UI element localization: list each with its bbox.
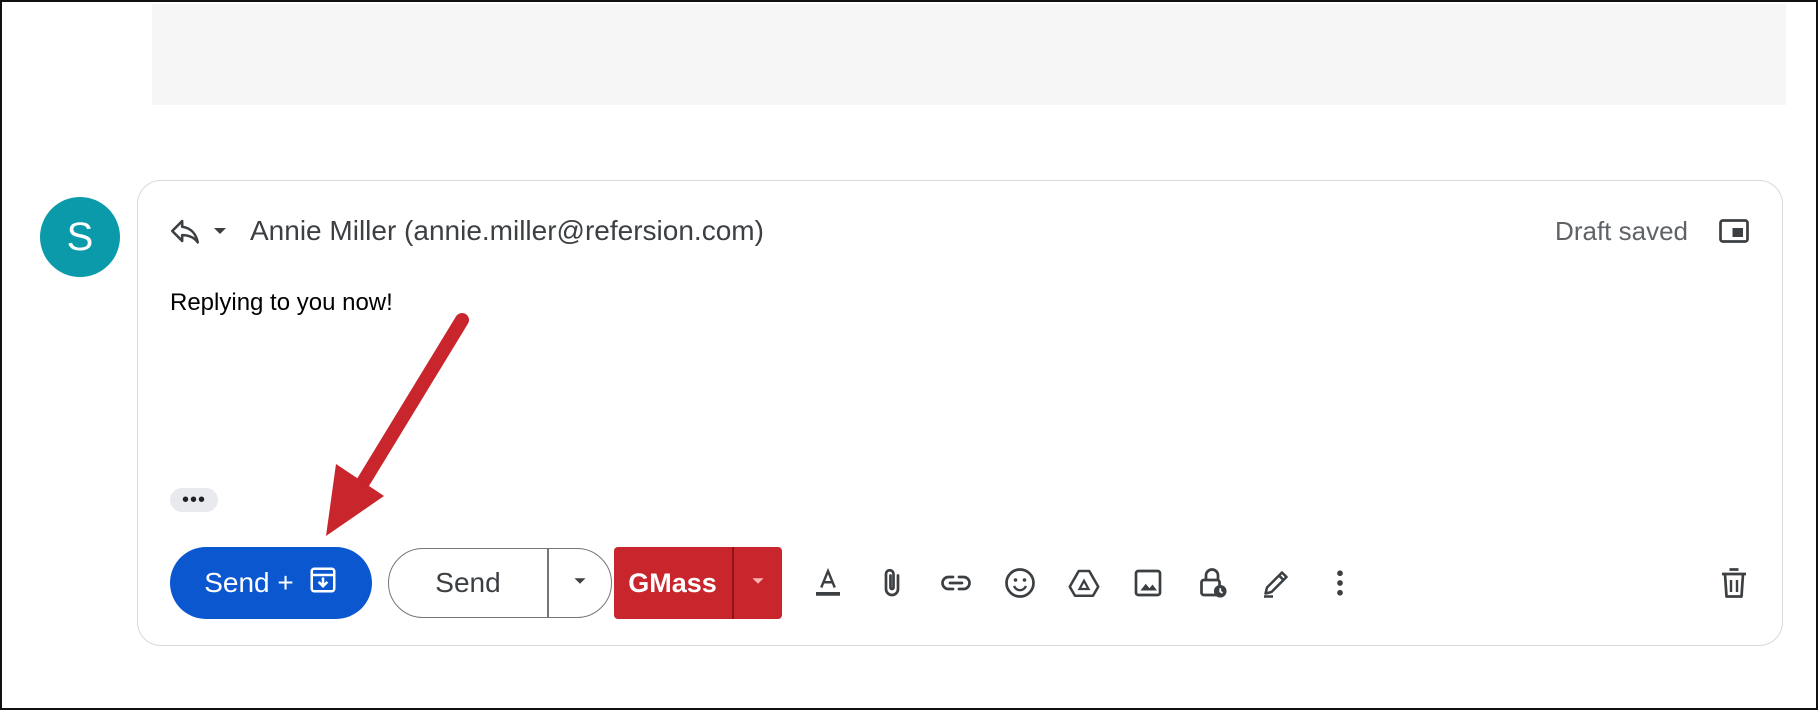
recipient[interactable]: Annie Miller (annie.miller@refersion.com…	[250, 215, 764, 247]
compose-header: Annie Miller (annie.miller@refersion.com…	[168, 211, 1752, 251]
message-body[interactable]: Replying to you now!	[170, 289, 393, 317]
draft-status: Draft saved	[1555, 215, 1688, 246]
link-icon[interactable]	[938, 565, 974, 601]
avatar-initial: S	[66, 214, 94, 259]
reply-options-chevron-icon[interactable]	[208, 219, 232, 243]
signature-icon[interactable]	[1258, 565, 1294, 601]
send-button[interactable]: Send	[389, 549, 547, 617]
reply-icon[interactable]	[168, 214, 202, 248]
compose-toolbar: Send + Send GMass	[170, 547, 1752, 619]
send-options-button[interactable]	[549, 549, 611, 617]
text-color-icon[interactable]	[810, 565, 846, 601]
send-and-archive-button[interactable]: Send +	[170, 547, 372, 619]
attach-icon[interactable]	[874, 565, 910, 601]
archive-icon	[308, 565, 338, 602]
trash-icon[interactable]	[1716, 565, 1752, 601]
popout-icon[interactable]	[1716, 213, 1752, 249]
chevron-down-icon	[569, 570, 591, 597]
more-options-icon[interactable]	[1322, 565, 1358, 601]
photo-icon[interactable]	[1130, 565, 1166, 601]
send-split-button: Send	[388, 548, 612, 618]
gmass-button[interactable]: GMass	[613, 547, 732, 619]
avatar[interactable]: S	[40, 197, 120, 277]
gmass-split-button: GMass	[613, 547, 782, 619]
gmass-options-button[interactable]	[733, 547, 782, 619]
chevron-down-icon	[747, 570, 769, 597]
drive-icon[interactable]	[1066, 565, 1102, 601]
emoji-icon[interactable]	[1002, 565, 1038, 601]
confidential-mode-icon[interactable]	[1194, 565, 1230, 601]
reply-compose-box: Annie Miller (annie.miller@refersion.com…	[137, 180, 1783, 646]
send-and-archive-label: Send +	[204, 567, 294, 598]
screenshot-frame: S Annie Miller (annie.miller@refersion.c…	[0, 0, 1818, 710]
previous-message-panel	[152, 4, 1786, 105]
show-trimmed-content-button[interactable]: •••	[170, 488, 218, 512]
